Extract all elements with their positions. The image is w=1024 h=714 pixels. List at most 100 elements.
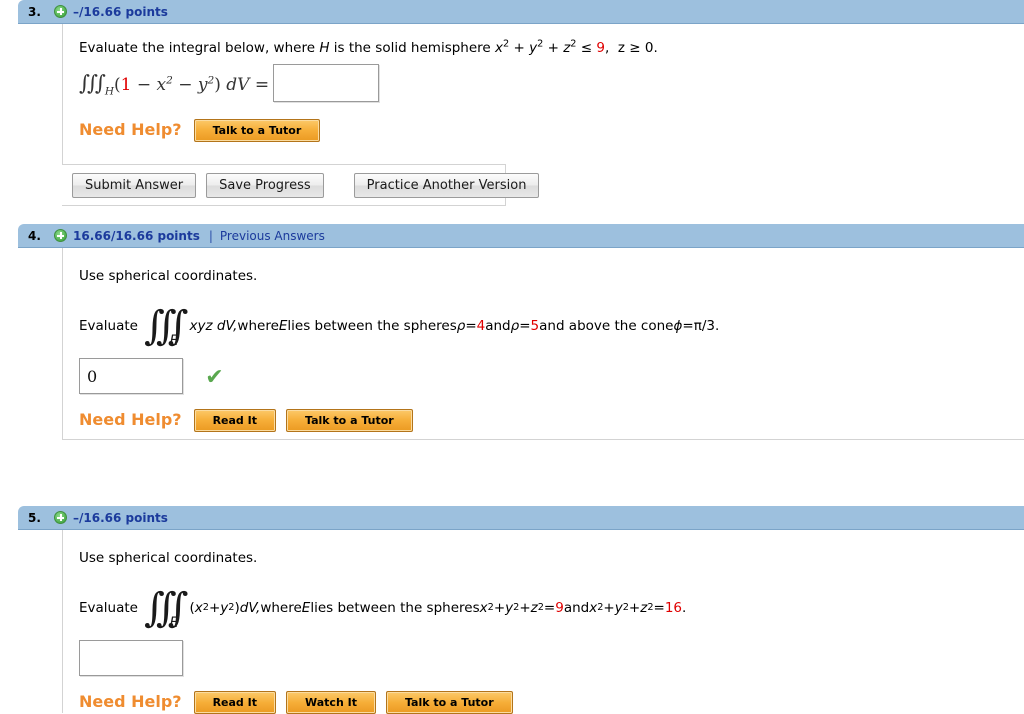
- answer-row-4: ✔: [63, 346, 1024, 395]
- formula-minus-2: −: [172, 74, 198, 95]
- help-button-label: Read It: [212, 413, 257, 427]
- help-button-label: Talk to a Tutor: [305, 413, 394, 427]
- need-help-row-5: Need Help? Read It Watch It Talk to a Tu…: [63, 676, 1024, 714]
- integrand-plus: +: [208, 600, 221, 617]
- expand-plus-icon[interactable]: [54, 511, 67, 524]
- cond-b: lies between the spheres: [310, 600, 480, 617]
- cond-eq-2: =: [653, 600, 665, 617]
- cond-phi-value: π/3.: [693, 318, 720, 335]
- cond-var-E: E: [278, 318, 288, 335]
- cond-var-E: E: [301, 600, 311, 617]
- correct-checkmark-icon: ✔: [205, 364, 224, 390]
- cond-b: lies between the spheres: [287, 318, 457, 335]
- question-prompt-3: Evaluate the integral below, where H is …: [63, 24, 1024, 58]
- expand-plus-icon[interactable]: [54, 229, 67, 242]
- submit-answer-button[interactable]: Submit Answer: [72, 172, 197, 198]
- need-help-label: Need Help?: [79, 410, 182, 430]
- integral-expression-3: ∫∫∫ H(1 − x2 − y2) dV =: [79, 68, 269, 100]
- header-separator: |: [208, 228, 213, 243]
- help-button-talk-to-a-tutor[interactable]: Talk to a Tutor: [286, 408, 413, 432]
- cond-plus-3: +: [603, 600, 615, 617]
- submit-bar-3: Submit Answer Save Progress Practice Ano…: [62, 164, 540, 206]
- cond-period: .: [682, 600, 687, 617]
- prompt-comma: ,: [604, 40, 610, 56]
- formula-equals: =: [249, 74, 270, 95]
- cond-and-1: and: [485, 318, 511, 335]
- cond-z1: z: [530, 600, 538, 617]
- instruction-5: Use spherical coordinates.: [63, 530, 1024, 568]
- prompt-var-x: x: [495, 40, 504, 56]
- cond-a: where: [260, 600, 302, 617]
- integrand-var-y: y: [220, 600, 229, 617]
- cond-value-1: 9: [555, 600, 564, 617]
- cond-plus-1: +: [493, 600, 506, 617]
- instruction-text: Use spherical coordinates.: [79, 550, 258, 566]
- integral-subscript-H: H: [104, 84, 115, 97]
- cond-plus-4: +: [628, 600, 641, 617]
- integral-subscript-E: E: [169, 615, 179, 632]
- prompt-geq: ≥: [624, 40, 645, 56]
- save-progress-button[interactable]: Save Progress: [206, 172, 324, 198]
- question-number: 3.: [28, 4, 41, 19]
- prompt-text-b: is the solid hemisphere: [329, 40, 496, 56]
- practice-another-version-button[interactable]: Practice Another Version: [353, 172, 540, 198]
- help-button-read-it[interactable]: Read It: [193, 690, 276, 714]
- question-number: 5.: [28, 510, 41, 525]
- cond-y1: y: [505, 600, 514, 617]
- formula-var-x: x: [156, 74, 167, 95]
- help-button-label: Talk to a Tutor: [404, 695, 494, 709]
- help-button-talk-to-a-tutor[interactable]: Talk to a Tutor: [193, 118, 321, 142]
- cond-plus-2: +: [519, 600, 531, 617]
- question-body-4: Use spherical coordinates. Evaluate ∫∫∫ E…: [62, 248, 1024, 440]
- need-help-label: Need Help?: [79, 120, 182, 140]
- need-help-row-4: Need Help? Read It Talk to a Tutor: [63, 394, 1024, 432]
- evaluate-label: Evaluate: [79, 318, 138, 335]
- cond-eq-3: =: [682, 318, 694, 335]
- evaluate-row-5: Evaluate ∫∫∫ E (x 2 + y 2) dV, where E lies…: [79, 585, 687, 632]
- answer-input-5[interactable]: [79, 640, 183, 677]
- help-button-watch-it[interactable]: Watch It: [286, 690, 376, 714]
- triple-integral-E-4: ∫∫∫ E: [144, 306, 188, 350]
- integrand-dv: dV,: [239, 600, 261, 617]
- help-button-label: Read It: [212, 695, 257, 709]
- paren-close: ): [214, 74, 221, 95]
- cond-rho-2: ρ: [510, 318, 520, 335]
- answer-input-4[interactable]: [79, 358, 183, 395]
- prompt-plus-1: +: [509, 40, 530, 56]
- instruction-4: Use spherical coordinates.: [63, 248, 1024, 286]
- formula-minus-1: −: [131, 74, 157, 95]
- cond-x1: x: [479, 600, 488, 617]
- expand-plus-icon[interactable]: [54, 5, 67, 18]
- cond-y2: y: [614, 600, 623, 617]
- formula-exp-x: 2: [166, 73, 173, 86]
- integrand-4: xyz dV,: [189, 318, 238, 335]
- formula-dv: dV: [226, 74, 250, 95]
- question-header-4: 4. 16.66/16.66 points | Previous Answers: [18, 224, 1024, 248]
- need-help-row-3: Need Help? Talk to a Tutor: [63, 102, 1024, 142]
- points-label: 16.66/16.66 points: [73, 228, 200, 243]
- answer-input-3[interactable]: [273, 64, 380, 103]
- points-label: –/16.66 points: [73, 510, 168, 525]
- question-header-5: 5. –/16.66 points: [18, 506, 1024, 530]
- help-button-read-it[interactable]: Read It: [193, 408, 276, 432]
- instruction-text: Use spherical coordinates.: [79, 268, 258, 284]
- question-body-3: Evaluate the integral below, where H is …: [62, 24, 1024, 164]
- cond-value-2: 16: [664, 600, 682, 617]
- cond-x2: x: [589, 600, 598, 617]
- formula-var-y: y: [197, 74, 208, 95]
- prompt-text-a: Evaluate the integral below, where: [79, 40, 320, 56]
- question-body-5: Use spherical coordinates. Evaluate ∫∫∫ E…: [62, 530, 1024, 714]
- help-button-label: Talk to a Tutor: [212, 123, 302, 137]
- question-number: 4.: [28, 228, 41, 243]
- prompt-plus-2: +: [543, 40, 564, 56]
- cond-and-2: and above the cone: [539, 318, 674, 335]
- cond-z2: z: [640, 600, 648, 617]
- prompt-var-y: y: [529, 40, 538, 56]
- points-label: –/16.66 points: [73, 4, 168, 19]
- triple-integral-E-5: ∫∫∫ E: [144, 588, 188, 632]
- prompt-zero: 0.: [644, 40, 658, 56]
- help-button-talk-to-a-tutor[interactable]: Talk to a Tutor: [385, 690, 513, 714]
- integral-subscript-E: E: [169, 333, 179, 350]
- cond-phi: ϕ: [673, 318, 683, 335]
- previous-answers-link[interactable]: Previous Answers: [220, 229, 325, 243]
